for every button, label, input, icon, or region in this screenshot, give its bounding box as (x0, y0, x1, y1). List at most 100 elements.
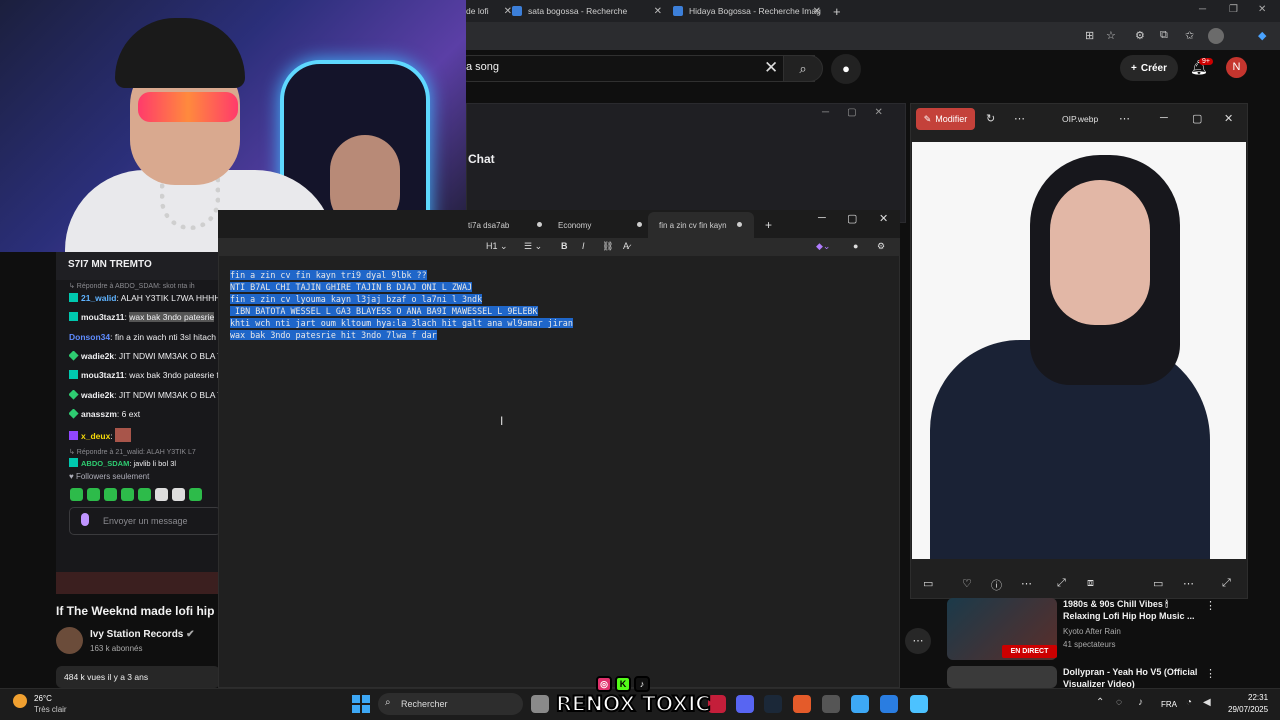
recommendation-thumbnail[interactable] (947, 666, 1057, 688)
show-hidden-icons-icon[interactable]: ⌃ (1096, 697, 1104, 708)
info-icon[interactable]: ⓘ (991, 577, 1002, 593)
chat-username[interactable]: anasszm (81, 409, 117, 419)
emote-icon[interactable] (138, 488, 151, 501)
more-vert-icon[interactable]: ⋮ (1205, 599, 1216, 612)
copilot-icon[interactable]: ◆⌄ (816, 241, 830, 252)
apps-icon[interactable]: ⊞ (1085, 29, 1094, 42)
browser-profile-avatar[interactable] (1208, 28, 1224, 44)
close-icon[interactable]: ✕ (1224, 112, 1233, 125)
create-button[interactable]: + Créer (1120, 55, 1178, 81)
chat-username[interactable]: wadie2k (81, 351, 114, 361)
chat-username[interactable]: Donson34 (69, 332, 110, 342)
minimize-icon[interactable]: ─ (1160, 112, 1168, 124)
taskbar-search-box[interactable] (378, 693, 523, 715)
heading-select[interactable]: H1 ⌄ (486, 241, 508, 252)
browser-tab[interactable]: sata bogossa - Recherche ✕ (512, 2, 662, 20)
task-view-icon[interactable] (531, 695, 549, 713)
microphone-icon[interactable]: ♪ (1138, 697, 1143, 708)
photos-icon[interactable] (880, 695, 898, 713)
emote-icon[interactable] (70, 488, 83, 501)
microphone-icon[interactable] (81, 513, 89, 526)
more-options-icon[interactable]: ⋯ (1021, 577, 1032, 590)
channel-avatar[interactable] (56, 627, 83, 654)
weather-temperature[interactable]: 26°C (34, 694, 52, 703)
youtube-search-input[interactable]: a song (466, 61, 499, 73)
minimize-icon[interactable]: ─ (818, 212, 826, 224)
chat-window-controls[interactable]: ─▢✕ (822, 107, 901, 118)
streaming-app-icon[interactable] (793, 695, 811, 713)
more-actions-icon[interactable]: ⋯ (905, 628, 931, 654)
app-icon[interactable] (708, 695, 726, 713)
fullscreen-icon[interactable]: ⤢ (1222, 577, 1231, 590)
chat-username[interactable]: mou3taz11 (81, 312, 124, 322)
start-button[interactable] (352, 695, 370, 713)
browser-tab[interactable]: de lofi ✕ (466, 2, 512, 20)
filmstrip-icon[interactable]: ▭ (923, 577, 933, 590)
input-language[interactable]: FRA (1161, 700, 1177, 709)
settings-gear-icon[interactable] (851, 695, 869, 713)
chat-username[interactable]: mou3taz11 (81, 370, 124, 380)
search-button[interactable]: ⌕ (783, 55, 823, 82)
voice-search-button[interactable]: ● (831, 54, 861, 84)
italic-icon[interactable]: I (582, 241, 585, 251)
discord-icon[interactable] (736, 695, 754, 713)
close-tab-icon[interactable]: ✕ (654, 6, 662, 17)
emote-icon[interactable] (121, 488, 134, 501)
notepad-text-area[interactable]: fin a zin cv fin kayn tri9 dyal 9lbk ?? … (230, 269, 573, 341)
favorites-icon[interactable]: ✩ (1185, 29, 1194, 42)
edit-image-button[interactable]: ✎ Modifier (916, 108, 975, 130)
emote-icon[interactable] (104, 488, 117, 501)
compare-icon[interactable]: ▭ (1153, 577, 1163, 590)
weather-sun-icon[interactable] (13, 694, 27, 708)
minimize-icon[interactable]: ─ (1199, 4, 1206, 15)
chat-username[interactable]: ABDO_SDAM (81, 459, 129, 468)
extension-icon[interactable]: ⚙ (1135, 29, 1145, 42)
more-options-icon[interactable]: ⋯ (1183, 577, 1194, 590)
list-icon[interactable]: ☰ ⌄ (524, 241, 542, 252)
close-icon[interactable]: ✕ (879, 212, 888, 225)
favorite-star-icon[interactable]: ☆ (1106, 29, 1116, 42)
emote-icon[interactable] (189, 488, 202, 501)
youtube-search-box[interactable] (455, 55, 815, 82)
crop-icon[interactable]: ⧈ (1087, 577, 1094, 590)
app-icon[interactable] (822, 695, 840, 713)
emote-icon[interactable] (155, 488, 168, 501)
fit-window-icon[interactable]: ⤢ (1057, 577, 1066, 590)
clear-format-icon[interactable]: A̷ (623, 241, 629, 251)
notepad-icon[interactable] (910, 695, 928, 713)
more-options-icon[interactable]: ⋯ (1014, 112, 1025, 125)
recommendation-channel[interactable]: Kyoto After Rain (1063, 627, 1121, 636)
bold-icon[interactable]: B (561, 241, 568, 251)
app-tray-icon[interactable]: ◌ (1116, 697, 1122, 708)
notepad-tab[interactable]: Economy (558, 221, 591, 230)
channel-name[interactable]: Ivy Station Records ✔ (90, 629, 195, 640)
copilot-icon[interactable]: ◆ (1258, 29, 1266, 42)
volume-icon[interactable]: ◀ (1203, 697, 1211, 708)
notepad-tab[interactable]: fin a zin cv fin kayn (659, 221, 727, 230)
notepad-tab[interactable]: ti7a dsa7ab (468, 221, 509, 230)
more-options-icon[interactable]: ⋯ (1119, 112, 1130, 125)
youtube-account-avatar[interactable]: N (1226, 57, 1247, 78)
more-vert-icon[interactable]: ⋮ (1205, 667, 1216, 680)
rotate-icon[interactable]: ↻ (986, 112, 995, 125)
wifi-icon[interactable]: ◔ (1186, 697, 1192, 708)
split-screen-icon[interactable]: ⧉ (1160, 29, 1168, 42)
close-tab-icon[interactable]: ✕ (504, 6, 512, 17)
heart-icon[interactable]: ♡ (962, 577, 972, 590)
chat-username[interactable]: wadie2k (81, 390, 114, 400)
settings-gear-icon[interactable]: ⚙ (877, 241, 885, 252)
chat-username[interactable]: x_deux (81, 431, 110, 441)
clear-search-icon[interactable]: ✕ (764, 58, 778, 78)
close-window-icon[interactable]: ✕ (1258, 4, 1266, 15)
maximize-icon[interactable]: ▢ (847, 212, 857, 225)
chat-username[interactable]: 21_walid (81, 293, 116, 303)
maximize-icon[interactable]: ❐ (1229, 4, 1238, 15)
account-icon[interactable]: ● (853, 241, 858, 251)
clock-time[interactable]: 22:31 (1248, 693, 1268, 702)
steam-icon[interactable] (764, 695, 782, 713)
emote-icon[interactable] (87, 488, 100, 501)
recommendation-title[interactable]: Dollypran - Yeah Ho V5 (Official Visuali… (1063, 666, 1198, 688)
close-tab-icon[interactable]: ✕ (813, 6, 821, 17)
browser-tab[interactable]: Hidaya Bogossa - Recherche Imag ✕ (673, 2, 821, 20)
new-tab-plus-icon[interactable]: + (765, 218, 772, 232)
